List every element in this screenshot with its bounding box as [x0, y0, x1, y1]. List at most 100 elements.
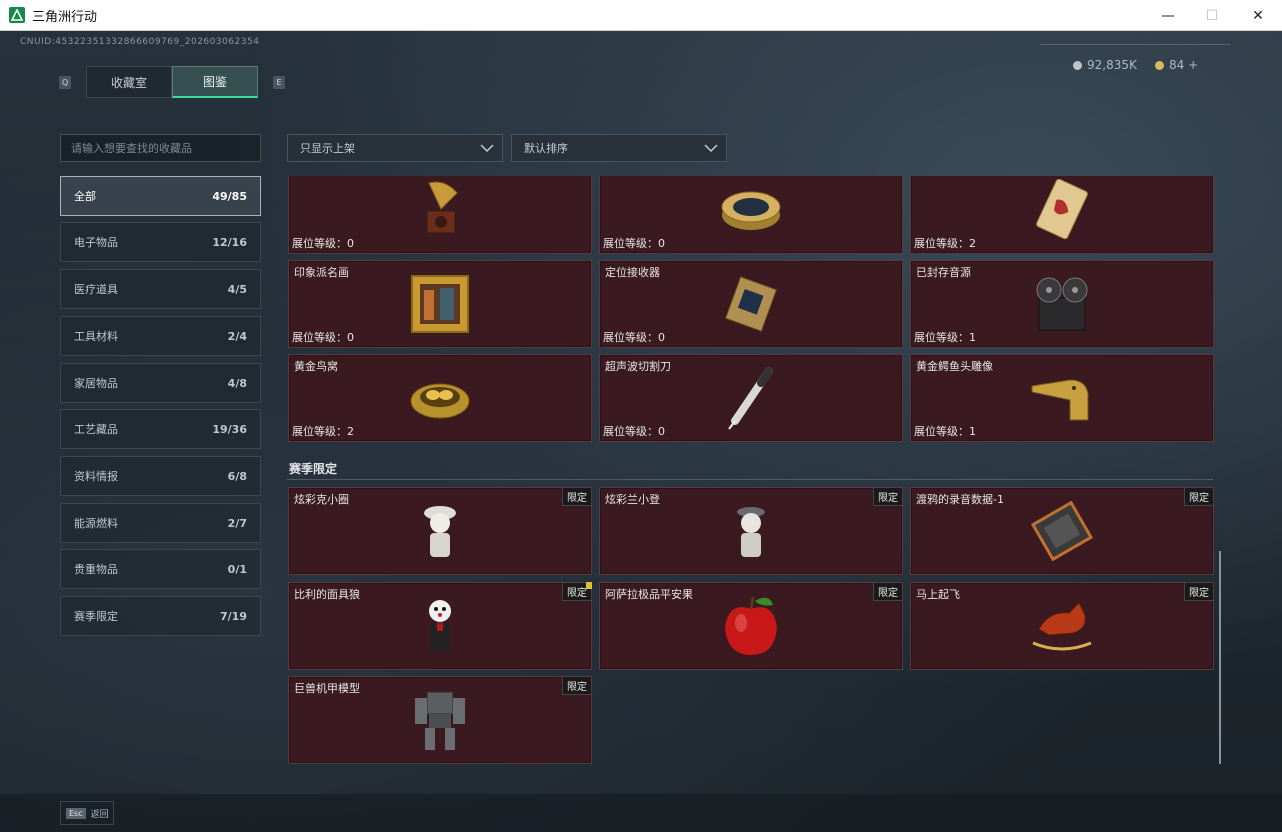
item-name: 定位接收器 [605, 266, 660, 279]
collection-card[interactable]: 定位接收器 展位等级：0 [599, 260, 903, 348]
category-count: 6/8 [227, 469, 247, 483]
limited-badge: 限定 [1184, 488, 1213, 506]
sort-dropdown[interactable]: 默认排序 [511, 134, 727, 162]
apple-icon [725, 596, 777, 655]
category-label: 家居物品 [74, 377, 118, 390]
key-hint-q: Q [59, 76, 71, 89]
game-viewport: CNUID:453223513328666097​69_202603062354… [0, 31, 1282, 832]
season-card[interactable]: 巨兽机甲模型 限定 [288, 676, 592, 764]
collection-card[interactable]: 展位等级：0 [288, 176, 592, 254]
limited-badge: 限定 [873, 583, 902, 601]
figurine-icon [424, 506, 456, 557]
puppet-icon [429, 600, 451, 651]
item-level: 展位等级：0 [603, 425, 665, 438]
item-name: 超声波切割刀 [605, 360, 671, 373]
locator-receiver-icon [724, 276, 778, 332]
category-label: 工具材料 [74, 330, 118, 343]
season-card[interactable]: 渡鸦的录音数据-1 限定 [910, 487, 1214, 575]
item-level: 展位等级：0 [292, 237, 354, 250]
limited-badge: 限定 [873, 488, 902, 506]
season-card[interactable]: 炫彩克小圈 限定 [288, 487, 592, 575]
window-title: 三角洲行动 [32, 9, 98, 25]
maximize-button[interactable]: ☐ [1189, 0, 1235, 31]
category-electronics[interactable]: 电子物品 12/16 [60, 222, 261, 262]
category-all[interactable]: 全部 49/85 [60, 176, 261, 216]
category-count: 49/85 [212, 189, 247, 203]
tab-collection-room[interactable]: 收藏室 [86, 66, 172, 98]
collection-card[interactable]: 已封存音源 展位等级：1 [910, 260, 1214, 348]
item-name: 印象派名画 [294, 266, 349, 279]
category-medical[interactable]: 医疗道具 4/5 [60, 269, 261, 309]
silver-coin-icon [1073, 60, 1082, 70]
croc-statue-icon [1031, 379, 1089, 421]
season-card[interactable]: 马上起飞 限定 [910, 582, 1214, 670]
limited-badge: 限定 [562, 488, 591, 506]
collection-card[interactable]: 展位等级：2 [910, 176, 1214, 254]
currency-gold-value: 84 + [1169, 58, 1199, 72]
item-name: 黄金鸟窝 [294, 360, 338, 373]
currency-silver: 92,835K [1073, 58, 1137, 72]
category-season[interactable]: 赛季限定 7/19 [60, 596, 261, 636]
category-tools[interactable]: 工具材料 2/4 [60, 316, 261, 356]
minimize-button[interactable]: — [1145, 0, 1191, 31]
category-label: 资料情报 [74, 470, 118, 483]
limited-badge: 限定 [1184, 583, 1213, 601]
item-level: 展位等级：0 [603, 237, 665, 250]
category-count: 19/36 [212, 422, 247, 436]
shelf-filter-dropdown[interactable]: 只显示上架 [287, 134, 503, 162]
category-intel[interactable]: 资料情报 6/8 [60, 456, 261, 496]
collection-card[interactable]: 黄金鸟窝 展位等级：2 [288, 354, 592, 442]
tab-codex[interactable]: 图鉴 [172, 66, 258, 98]
category-count: 0/1 [227, 562, 247, 576]
mech-model-icon [415, 691, 465, 750]
collection-card[interactable]: 展位等级：0 [599, 176, 903, 254]
back-label: 返回 [90, 809, 109, 820]
new-marker-icon [586, 582, 592, 589]
footer-bar [0, 794, 1282, 832]
item-name: 马上起飞 [916, 588, 960, 601]
item-name: 炫彩克小圈 [294, 493, 349, 506]
category-label: 全部 [74, 190, 96, 203]
search-input[interactable] [60, 134, 261, 162]
caviar-tin-icon [721, 191, 781, 230]
category-count: 2/7 [227, 516, 247, 530]
user-id-label: CNUID:453223513328666097​69_202603062354 [20, 37, 260, 47]
currency-gold[interactable]: 84 + [1155, 58, 1198, 72]
item-level: 展位等级：0 [603, 331, 665, 344]
collection-card[interactable]: 超声波切割刀 展位等级：0 [599, 354, 903, 442]
category-crafts[interactable]: 工艺藏品 19/36 [60, 409, 261, 449]
chevron-down-icon [480, 144, 494, 153]
back-button[interactable]: Esc 返回 [60, 801, 114, 825]
category-valuables[interactable]: 贵重物品 0/1 [60, 549, 261, 589]
gold-coin-icon [1155, 60, 1164, 70]
category-energy[interactable]: 能源燃料 2/7 [60, 503, 261, 543]
rocking-horse-icon [1032, 602, 1092, 651]
ultrasonic-cutter-icon [728, 367, 773, 430]
category-household[interactable]: 家居物品 4/8 [60, 363, 261, 403]
category-label: 工艺藏品 [74, 423, 118, 436]
collection-card[interactable]: 黄金鳄鱼头雕像 展位等级：1 [910, 354, 1214, 442]
reel-recorder-icon [1036, 277, 1088, 331]
season-card[interactable]: 比利的面具狼 限定 [288, 582, 592, 670]
grid-scrollbar[interactable] [1219, 551, 1221, 764]
sort-value: 默认排序 [524, 142, 568, 155]
season-card[interactable]: 阿萨拉极品平安果 限定 [599, 582, 903, 670]
close-button[interactable]: ✕ [1235, 0, 1281, 31]
item-level: 展位等级：1 [914, 425, 976, 438]
item-name: 渡鸦的录音数据-1 [916, 493, 1004, 506]
item-level: 展位等级：2 [914, 237, 976, 250]
data-drive-icon [1030, 501, 1094, 561]
category-count: 4/5 [227, 282, 247, 296]
item-name: 巨兽机甲模型 [294, 682, 360, 695]
currency-silver-value: 92,835K [1087, 58, 1137, 72]
item-level: 展位等级：2 [292, 425, 354, 438]
item-name: 比利的面具狼 [294, 588, 360, 601]
category-label: 贵重物品 [74, 563, 118, 576]
item-name: 黄金鳄鱼头雕像 [916, 360, 993, 373]
item-level: 展位等级：0 [292, 331, 354, 344]
window-titlebar: 三角洲行动 — ☐ ✕ [0, 0, 1282, 31]
category-label: 医疗道具 [74, 283, 118, 296]
collection-card[interactable]: 印象派名画 展位等级：0 [288, 260, 592, 348]
season-card[interactable]: 炫彩兰小登 限定 [599, 487, 903, 575]
item-name: 已封存音源 [916, 266, 971, 279]
